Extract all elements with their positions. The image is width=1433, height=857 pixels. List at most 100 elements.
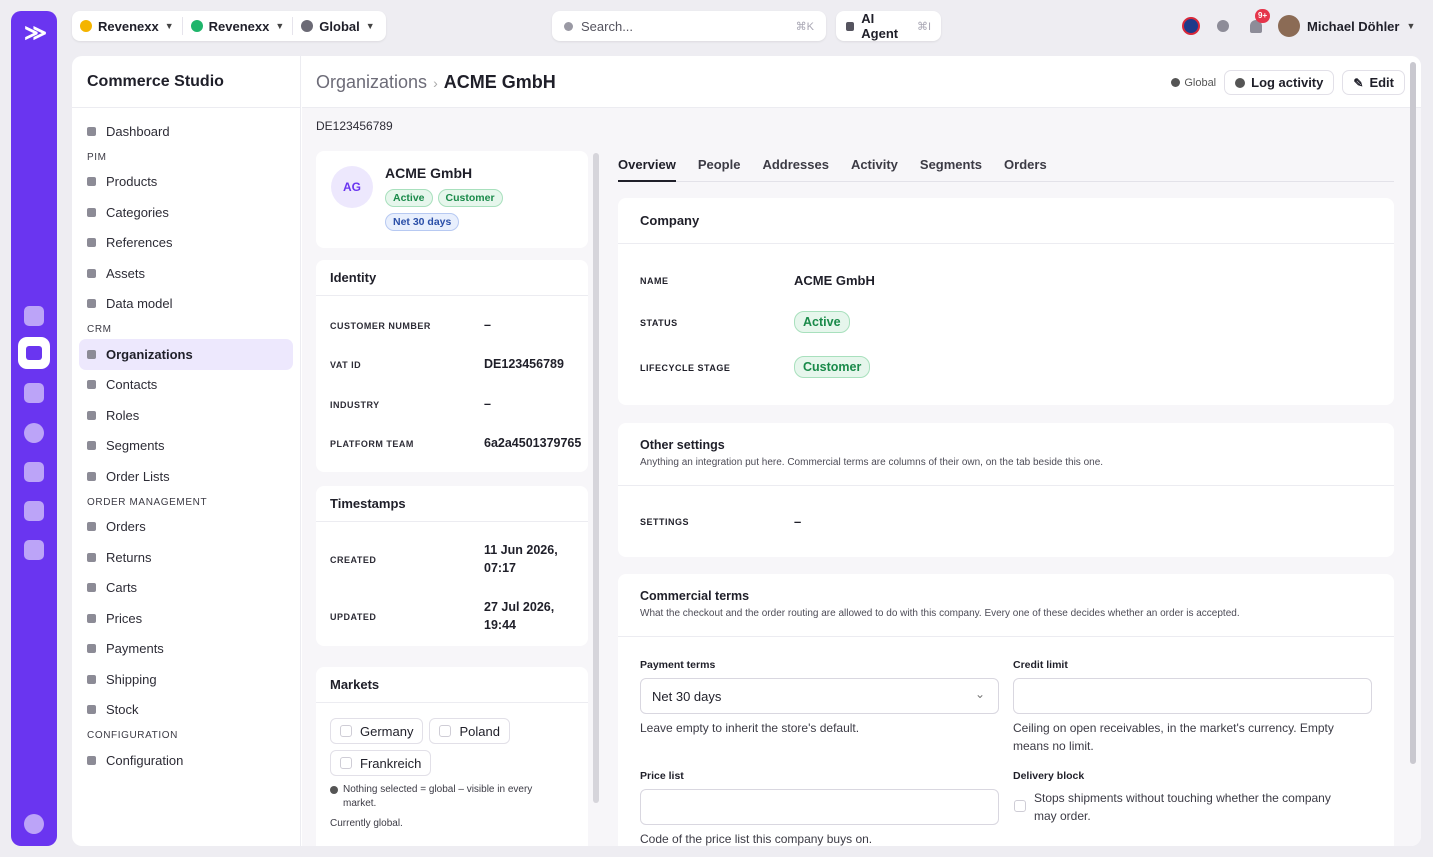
updated-time: 19:44 bbox=[484, 618, 516, 632]
updated-date: 27 Jul 2026, bbox=[484, 600, 555, 614]
chevron-right-icon: › bbox=[433, 75, 438, 91]
credit-limit-help: Ceiling on open receivables, in the mark… bbox=[1013, 721, 1334, 735]
commercial-terms-subtitle: What the checkout and the order routing … bbox=[640, 608, 1240, 619]
chevron-down-icon: ▼ bbox=[1406, 21, 1416, 31]
market-checkbox-poland[interactable]: Poland bbox=[429, 718, 510, 744]
sidebar-item-contacts[interactable]: Contacts bbox=[79, 370, 293, 401]
sidebar-item-products[interactable]: Products bbox=[79, 167, 293, 198]
field-label: LIFECYCLE STAGE bbox=[640, 363, 731, 373]
sidebar-item-roles[interactable]: Roles bbox=[79, 400, 293, 431]
scope-select[interactable]: Global ▼ bbox=[293, 11, 382, 41]
price-list-input[interactable] bbox=[640, 789, 999, 825]
sidebar-item-categories[interactable]: Categories bbox=[79, 197, 293, 228]
edit-button[interactable]: ✎ Edit bbox=[1342, 70, 1405, 95]
company-title: Company bbox=[618, 198, 1394, 244]
payment-terms-select[interactable]: Net 30 days ⌄ bbox=[640, 678, 999, 714]
status-badge: Active bbox=[794, 311, 850, 333]
sidebar-item-shipping[interactable]: Shipping bbox=[79, 664, 293, 695]
sidebar-section-label: CONFIGURATION bbox=[87, 730, 178, 741]
sidebar-item-label: References bbox=[106, 235, 173, 251]
sidebar-item-stock[interactable]: Stock bbox=[79, 695, 293, 726]
other-settings-card: Other settings Anything an integration p… bbox=[618, 423, 1394, 557]
lifecycle-badge: Customer bbox=[437, 189, 503, 207]
market-checkbox-germany[interactable]: Germany bbox=[330, 718, 424, 744]
sidebar-item-dashboard[interactable]: Dashboard bbox=[79, 116, 293, 147]
sidebar-item-prices[interactable]: Prices bbox=[79, 603, 293, 634]
commercial-terms-title: Commercial terms bbox=[640, 589, 750, 603]
store-select[interactable]: Revenexx ▼ bbox=[183, 11, 293, 41]
page-scrollbar[interactable] bbox=[1410, 62, 1416, 764]
sidebar-item-references[interactable]: References bbox=[79, 228, 293, 259]
layers-icon[interactable] bbox=[18, 337, 50, 369]
company-name-value: ACME GmbH bbox=[794, 273, 875, 288]
app-logo-icon[interactable]: ≫ bbox=[24, 22, 47, 44]
credit-limit-input[interactable] bbox=[1013, 678, 1372, 714]
sidebar-item-orders[interactable]: Orders bbox=[79, 512, 293, 543]
order-lists-icon bbox=[87, 471, 96, 481]
created-date: 11 Jun 2026, bbox=[484, 543, 558, 557]
vat-id-value: DE123456789 bbox=[484, 357, 564, 371]
user-menu[interactable]: Michael Döhler ▼ bbox=[1278, 11, 1422, 41]
payment-terms-badge: Net 30 days bbox=[385, 213, 460, 231]
sidebar-item-carts[interactable]: Carts bbox=[79, 573, 293, 604]
plug-icon[interactable] bbox=[24, 423, 44, 443]
delivery-block-label: Delivery block bbox=[1013, 770, 1085, 782]
left-column-scrollbar[interactable] bbox=[593, 153, 599, 803]
bolt-icon[interactable] bbox=[24, 462, 44, 482]
search-icon bbox=[564, 21, 573, 31]
field-label: NAME bbox=[640, 276, 669, 286]
cube-icon[interactable] bbox=[24, 540, 44, 560]
sidebar-item-configuration[interactable]: Configuration bbox=[79, 745, 293, 776]
sidebar-item-label: Roles bbox=[106, 407, 140, 423]
field-label: SETTINGS bbox=[640, 517, 690, 527]
globe-icon bbox=[301, 20, 314, 32]
settings-icon[interactable] bbox=[24, 814, 44, 834]
scope-indicator: Global bbox=[1171, 77, 1216, 89]
tab-overview[interactable]: Overview bbox=[618, 152, 676, 182]
assets-icon bbox=[87, 268, 96, 278]
checkbox-icon bbox=[340, 725, 352, 737]
sidebar: Commerce Studio Dashboard PIM Products Cate… bbox=[72, 56, 301, 846]
lifecycle-badge: Customer bbox=[794, 356, 871, 378]
sidebar-item-order-lists[interactable]: Order Lists bbox=[79, 461, 293, 492]
search-input[interactable]: Search... ⌘K bbox=[552, 11, 826, 41]
tab-people[interactable]: People bbox=[698, 152, 741, 182]
roles-icon bbox=[87, 410, 96, 420]
avatar bbox=[1278, 15, 1300, 37]
tab-segments[interactable]: Segments bbox=[920, 152, 982, 182]
tab-activity[interactable]: Activity bbox=[851, 152, 898, 182]
help-icon[interactable] bbox=[1217, 20, 1229, 32]
data-model-icon bbox=[87, 299, 96, 309]
sidebar-item-payments[interactable]: Payments bbox=[79, 634, 293, 665]
log-activity-button[interactable]: Log activity bbox=[1224, 70, 1335, 95]
markets-title: Markets bbox=[316, 667, 588, 703]
sidebar-item-returns[interactable]: Returns bbox=[79, 542, 293, 573]
identity-card: Identity CUSTOMER NUMBER – VAT ID DE1234… bbox=[316, 260, 588, 472]
industry-value: – bbox=[484, 397, 491, 411]
credit-limit-help-cont: means no limit. bbox=[1013, 739, 1094, 753]
analytics-icon[interactable] bbox=[24, 383, 44, 403]
org-select[interactable]: Revenexx ▼ bbox=[72, 11, 182, 41]
prices-icon bbox=[87, 613, 96, 623]
markets-current: Currently global. bbox=[330, 818, 403, 829]
ai-agent-button[interactable]: AI Agent ⌘I bbox=[836, 11, 941, 41]
sidebar-item-organizations[interactable]: Organizations bbox=[79, 339, 293, 370]
content: Organizations › ACME GmbH Global Log activ… bbox=[302, 56, 1421, 846]
sidebar-item-data-model[interactable]: Data model bbox=[79, 289, 293, 320]
sidebar-item-assets[interactable]: Assets bbox=[79, 258, 293, 289]
sidebar-item-segments[interactable]: Segments bbox=[79, 431, 293, 462]
delivery-block-checkbox[interactable] bbox=[1014, 800, 1026, 812]
page-title: ACME GmbH bbox=[443, 72, 556, 92]
apps-icon[interactable] bbox=[24, 501, 44, 521]
tab-orders[interactable]: Orders bbox=[1004, 152, 1047, 182]
tab-addresses[interactable]: Addresses bbox=[762, 152, 828, 182]
home-icon[interactable] bbox=[24, 306, 44, 326]
top-bar: Revenexx ▼ Revenexx ▼ Global ▼ Search... ⌘K… bbox=[72, 9, 1422, 41]
market-checkbox-frankreich[interactable]: Frankreich bbox=[330, 750, 432, 776]
sidebar-item-label: Order Lists bbox=[106, 468, 170, 484]
language-flag-icon[interactable] bbox=[1182, 17, 1200, 35]
breadcrumb-parent[interactable]: Organizations bbox=[316, 72, 427, 92]
categories-icon bbox=[87, 207, 96, 217]
sidebar-section-label: PIM bbox=[87, 151, 107, 163]
store-icon bbox=[190, 20, 203, 32]
